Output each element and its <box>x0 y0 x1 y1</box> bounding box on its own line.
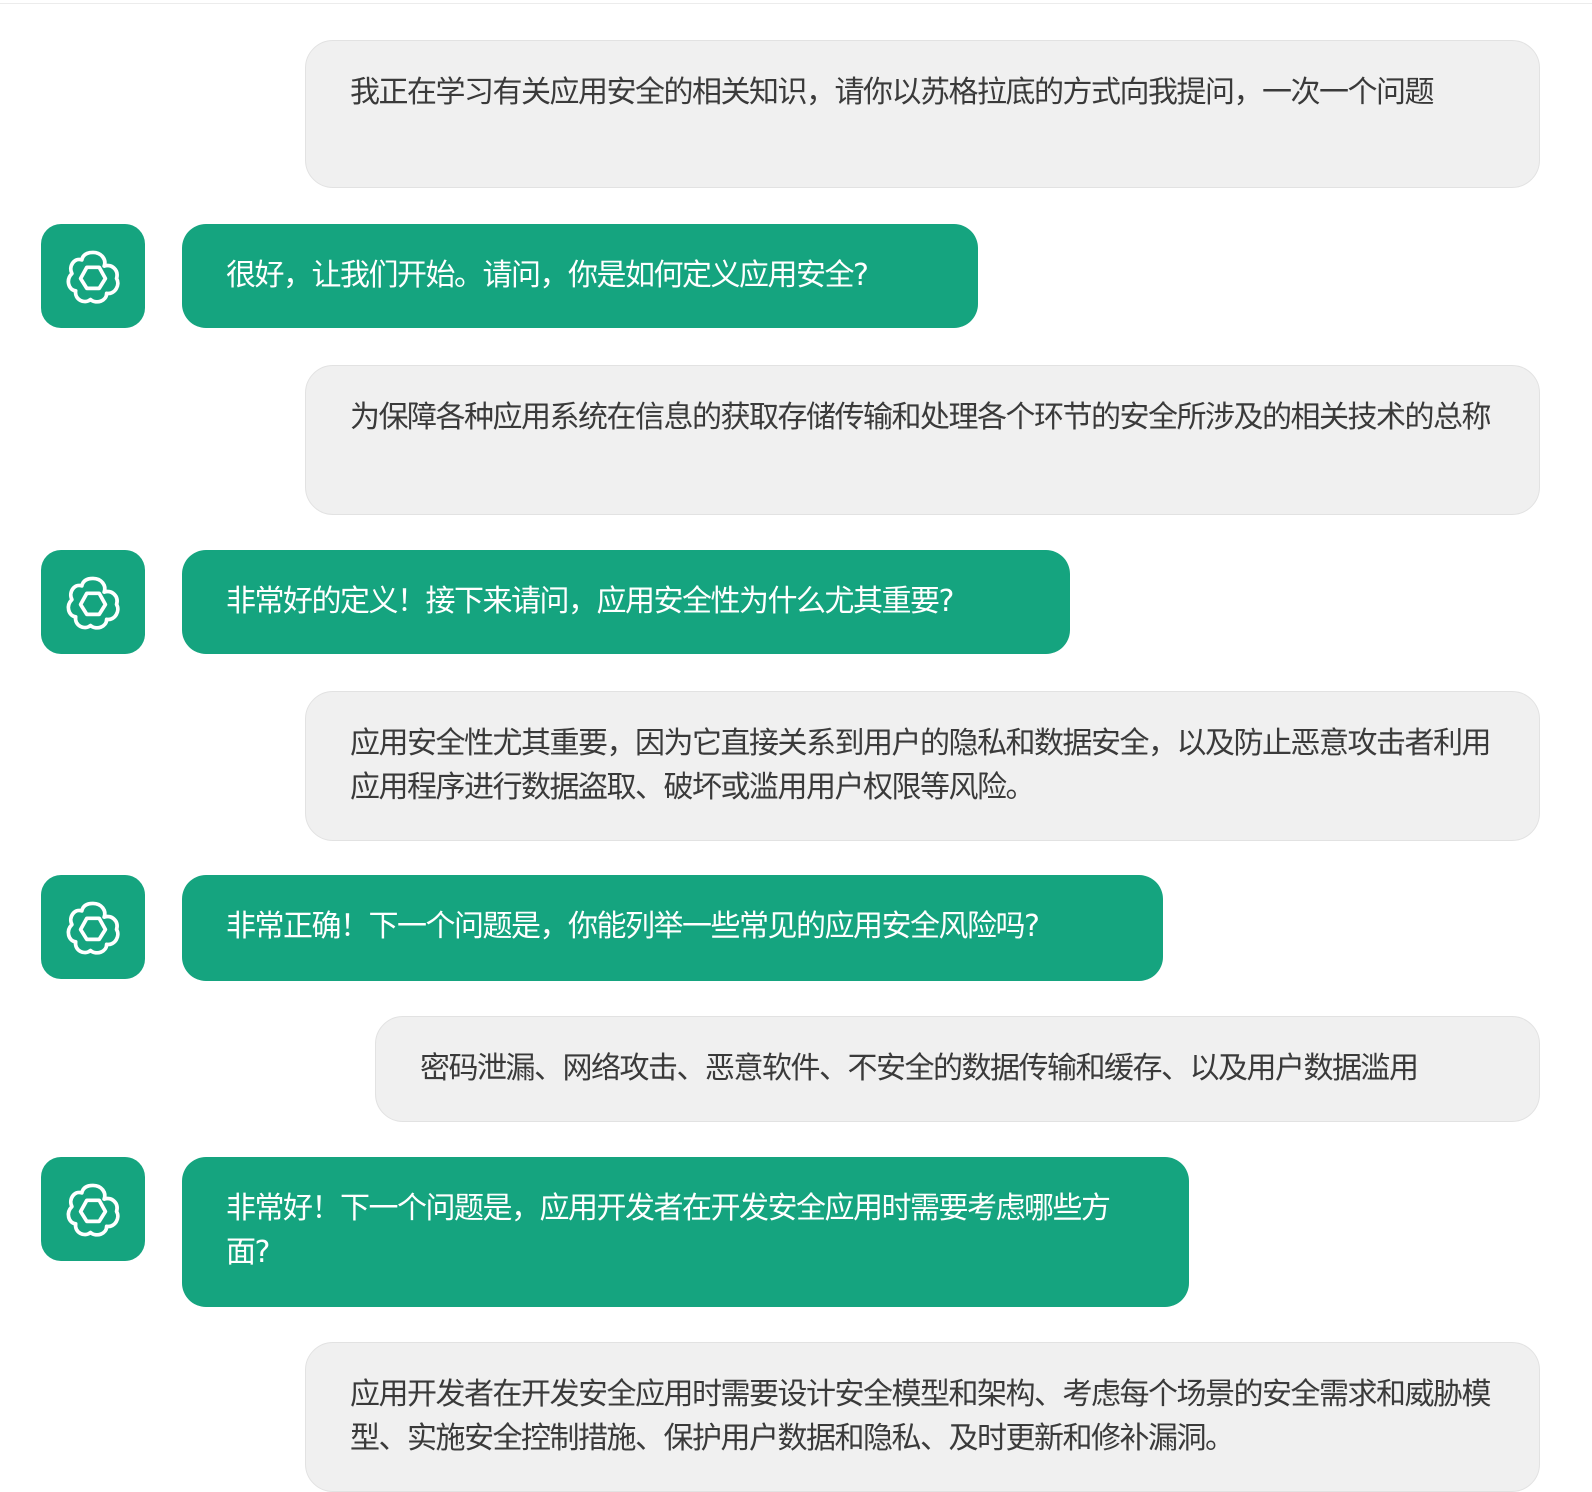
user-message-3: 应用安全性尤其重要，因为它直接关系到用户的隐私和数据安全，以及防止恶意攻击者利用… <box>305 691 1540 841</box>
openai-logo-icon <box>66 250 120 304</box>
user-message-text: 密码泄漏、网络攻击、恶意软件、不安全的数据传输和缓存、以及用户数据滥用 <box>420 1051 1419 1086</box>
assistant-message-text: 非常好的定义！接下来请问，应用安全性为什么尤其重要? <box>226 584 954 619</box>
assistant-avatar <box>41 875 145 979</box>
user-message-text: 应用开发者在开发安全应用时需要设计安全模型和架构、考虑每个场景的安全需求和威胁模… <box>350 1377 1492 1456</box>
assistant-avatar <box>41 224 145 328</box>
assistant-message-2: 非常好的定义！接下来请问，应用安全性为什么尤其重要? <box>182 550 1070 654</box>
assistant-avatar <box>41 550 145 654</box>
assistant-message-4: 非常好！下一个问题是，应用开发者在开发安全应用时需要考虑哪些方面? <box>182 1157 1189 1307</box>
openai-logo-icon <box>66 576 120 630</box>
assistant-message-text: 很好，让我们开始。请问，你是如何定义应用安全? <box>226 258 869 293</box>
user-message-5: 应用开发者在开发安全应用时需要设计安全模型和架构、考虑每个场景的安全需求和威胁模… <box>305 1342 1540 1492</box>
assistant-avatar <box>41 1157 145 1261</box>
user-message-text: 应用安全性尤其重要，因为它直接关系到用户的隐私和数据安全，以及防止恶意攻击者利用… <box>350 726 1492 805</box>
assistant-message-text: 非常好！下一个问题是，应用开发者在开发安全应用时需要考虑哪些方面? <box>226 1191 1111 1270</box>
user-message-1: 我正在学习有关应用安全的相关知识，请你以苏格拉底的方式向我提问，一次一个问题 <box>305 40 1540 188</box>
top-divider <box>0 0 1592 4</box>
openai-logo-icon <box>66 1183 120 1237</box>
openai-logo-icon <box>66 901 120 955</box>
assistant-message-1: 很好，让我们开始。请问，你是如何定义应用安全? <box>182 224 978 328</box>
user-message-text: 我正在学习有关应用安全的相关知识，请你以苏格拉底的方式向我提问，一次一个问题 <box>350 75 1435 110</box>
user-message-4: 密码泄漏、网络攻击、恶意软件、不安全的数据传输和缓存、以及用户数据滥用 <box>375 1016 1540 1122</box>
user-message-text: 为保障各种应用系统在信息的获取存储传输和处理各个环节的安全所涉及的相关技术的总称 <box>350 400 1492 435</box>
assistant-message-3: 非常正确！下一个问题是，你能列举一些常见的应用安全风险吗? <box>182 875 1163 981</box>
assistant-message-text: 非常正确！下一个问题是，你能列举一些常见的应用安全风险吗? <box>226 909 1040 944</box>
user-message-2: 为保障各种应用系统在信息的获取存储传输和处理各个环节的安全所涉及的相关技术的总称 <box>305 365 1540 515</box>
